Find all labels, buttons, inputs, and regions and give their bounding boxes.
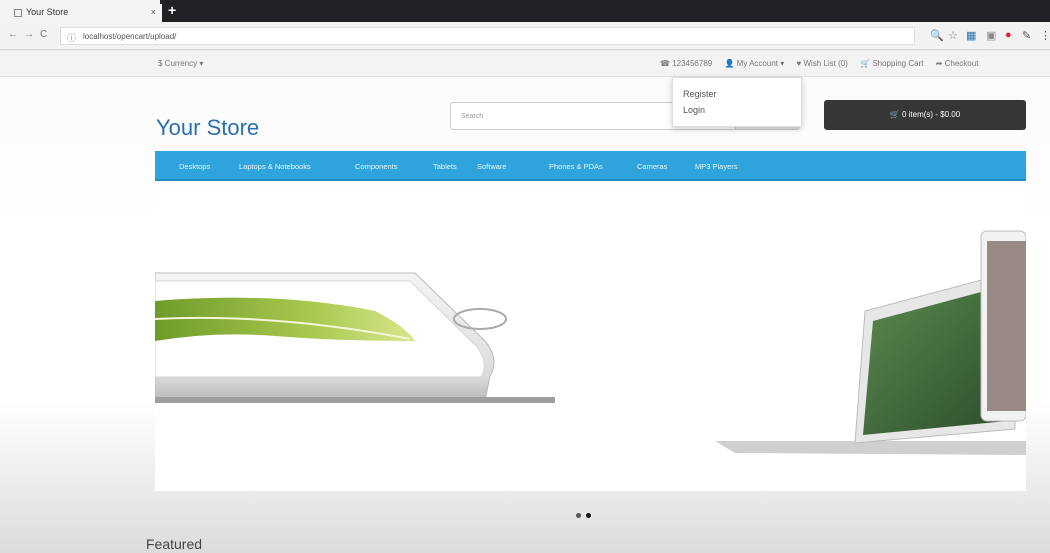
search-placeholder: Search	[461, 113, 484, 120]
forward-icon[interactable]: →	[24, 29, 34, 40]
menu-item-laptops[interactable]: Laptops & Notebooks	[239, 162, 311, 171]
star-icon[interactable]: ☆	[948, 29, 958, 42]
info-icon: ⓘ	[67, 33, 77, 43]
slider-pagination[interactable]	[576, 505, 596, 523]
category-menu: Desktops Laptops & Notebooks Components …	[155, 151, 1026, 181]
search-icon[interactable]: 🔍	[930, 29, 944, 42]
my-account-dropdown[interactable]: 👤 My Account ▾	[724, 59, 784, 68]
tab-strip	[160, 0, 1050, 22]
cart-button[interactable]: 🛒 0 item(s) - $0.00	[824, 100, 1026, 130]
store-logo[interactable]: Your Store	[156, 115, 259, 141]
slider-dot-active[interactable]	[586, 513, 591, 518]
url-input[interactable]: ⓘ localhost/opencart/upload/	[60, 27, 915, 45]
url-text: localhost/opencart/upload/	[83, 32, 177, 41]
extension-icon[interactable]: ✎	[1022, 29, 1031, 42]
slideshow[interactable]	[154, 191, 1027, 491]
menu-item-phones[interactable]: Phones & PDAs	[549, 162, 603, 171]
new-tab-button[interactable]: +	[168, 2, 176, 18]
extension-icon[interactable]: ▣	[986, 29, 996, 42]
tab-title: Your Store	[26, 7, 69, 17]
register-link[interactable]: Register	[683, 86, 801, 102]
account-dropdown-menu: Register Login	[672, 77, 802, 127]
reload-icon[interactable]: C	[40, 29, 47, 40]
menu-item-components[interactable]: Components	[355, 162, 398, 171]
extension-icon[interactable]: ▦	[966, 29, 976, 42]
browser-tab-bar: Your Store × +	[0, 0, 1050, 22]
login-link[interactable]: Login	[683, 102, 801, 118]
opera-icon[interactable]: ●	[1005, 29, 1012, 41]
menu-item-tablets[interactable]: Tablets	[433, 162, 457, 171]
slider-dot[interactable]	[576, 513, 581, 518]
featured-heading: Featured	[146, 536, 203, 552]
shopping-cart-link[interactable]: 🛒 Shopping Cart	[860, 59, 923, 68]
menu-icon[interactable]: ⋮	[1040, 29, 1050, 42]
menu-item-mp3[interactable]: MP3 Players	[695, 162, 738, 171]
top-nav: $ Currency ▾ ☎ 123456789 👤 My Account ▾ …	[0, 51, 1050, 77]
store-page: $ Currency ▾ ☎ 123456789 👤 My Account ▾ …	[0, 51, 1050, 553]
slide-image	[154, 230, 1027, 455]
back-icon[interactable]: ←	[8, 29, 18, 40]
phone-link[interactable]: ☎ 123456789	[660, 59, 712, 68]
top-links: ☎ 123456789 👤 My Account ▾ ♥ Wish List (…	[660, 59, 988, 68]
address-bar: ← → C ⓘ localhost/opencart/upload/ 🔍 ☆ ▦…	[0, 22, 1050, 50]
browser-tab[interactable]: Your Store ×	[12, 4, 162, 22]
menu-item-cameras[interactable]: Cameras	[637, 162, 667, 171]
wishlist-link[interactable]: ♥ Wish List (0)	[796, 59, 847, 68]
checkout-link[interactable]: ➦ Checkout	[936, 59, 979, 68]
menu-item-software[interactable]: Software	[477, 162, 507, 171]
close-tab-icon[interactable]: ×	[151, 7, 156, 17]
page-icon	[14, 9, 22, 17]
menu-item-desktops[interactable]: Desktops	[179, 162, 210, 171]
currency-dropdown[interactable]: $ Currency ▾	[158, 59, 203, 68]
